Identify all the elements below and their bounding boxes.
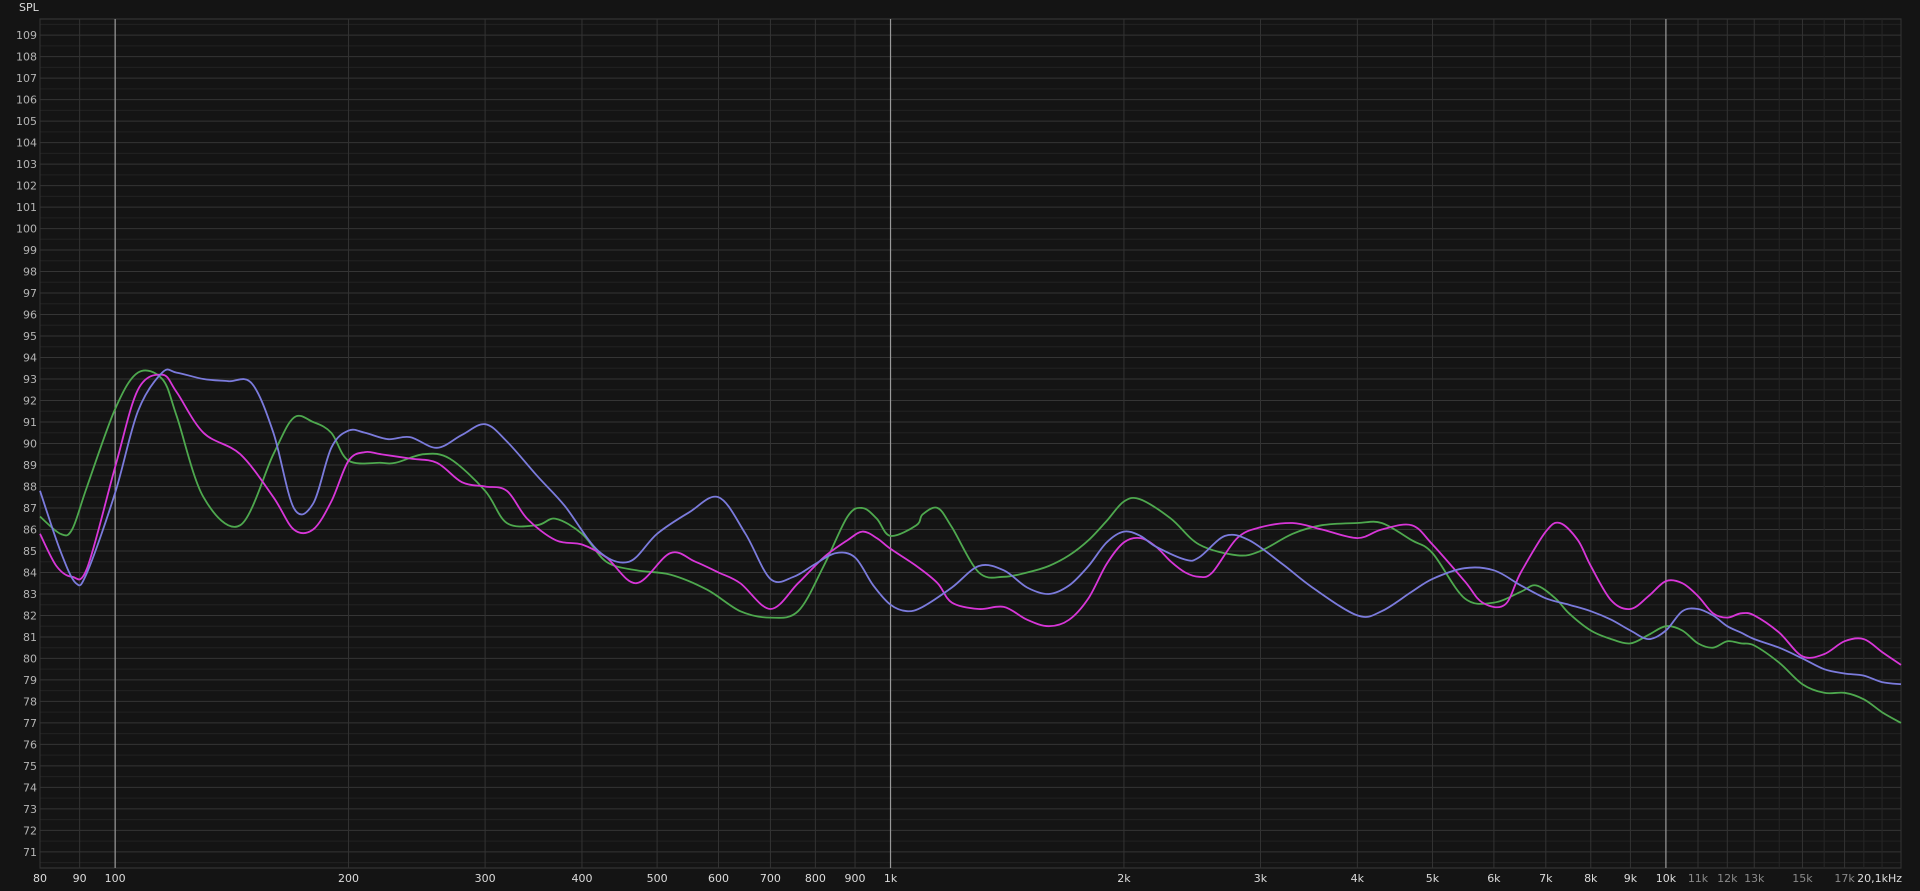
y-tick-label: 91: [23, 416, 37, 429]
x-tick-label: 11k: [1688, 872, 1709, 885]
y-tick-label: 108: [16, 51, 37, 64]
x-tick-label: 4k: [1351, 872, 1365, 885]
x-tick-label: 12k: [1717, 872, 1738, 885]
y-tick-label: 100: [16, 223, 37, 236]
x-tick-label: 1k: [884, 872, 898, 885]
y-tick-label: 89: [23, 459, 37, 472]
x-tick-label: 15k: [1792, 872, 1813, 885]
y-tick-label: 79: [23, 674, 37, 687]
x-tick-label: 17k: [1834, 872, 1855, 885]
x-tick-label: 700: [760, 872, 781, 885]
y-tick-label: 84: [23, 566, 37, 579]
y-tick-label: 85: [23, 545, 37, 558]
y-tick-label: 95: [23, 330, 37, 343]
y-tick-label: 107: [16, 72, 37, 85]
y-tick-label: 102: [16, 180, 37, 193]
x-tick-label: 300: [475, 872, 496, 885]
y-tick-label: 96: [23, 309, 37, 322]
y-tick-label: 94: [23, 352, 37, 365]
x-tick-label: 600: [708, 872, 729, 885]
x-tick-label: 8k: [1584, 872, 1598, 885]
x-tick-label: 20,1kHz: [1857, 872, 1902, 885]
x-tick-label: 80: [33, 872, 47, 885]
y-tick-label: 71: [23, 846, 37, 859]
y-tick-label: 93: [23, 373, 37, 386]
x-tick-label: 6k: [1487, 872, 1501, 885]
y-tick-label: 76: [23, 738, 37, 751]
y-tick-label: 86: [23, 523, 37, 536]
y-tick-label: 87: [23, 502, 37, 515]
x-tick-label: 10k: [1656, 872, 1677, 885]
x-tick-label: 500: [647, 872, 668, 885]
y-tick-label: 101: [16, 201, 37, 214]
y-tick-label: 106: [16, 94, 37, 107]
y-tick-label: 103: [16, 158, 37, 171]
x-tick-label: 3k: [1254, 872, 1268, 885]
x-tick-label: 90: [73, 872, 87, 885]
x-tick-label: 200: [338, 872, 359, 885]
y-tick-label: 73: [23, 803, 37, 816]
y-tick-label: 81: [23, 631, 37, 644]
x-tick-label: 9k: [1624, 872, 1638, 885]
y-tick-label: 99: [23, 244, 37, 257]
x-tick-label: 5k: [1426, 872, 1440, 885]
y-tick-label: 75: [23, 760, 37, 773]
x-tick-label: 100: [105, 872, 126, 885]
x-tick-label: 13k: [1744, 872, 1765, 885]
y-axis-label: SPL: [19, 1, 40, 14]
y-tick-label: 109: [16, 29, 37, 42]
y-tick-label: 82: [23, 609, 37, 622]
y-tick-label: 97: [23, 287, 37, 300]
y-tick-label: 83: [23, 588, 37, 601]
y-tick-label: 98: [23, 266, 37, 279]
plot-background: [0, 0, 1920, 891]
y-tick-label: 104: [16, 137, 37, 150]
y-tick-label: 92: [23, 395, 37, 408]
x-tick-label: 400: [571, 872, 592, 885]
y-tick-label: 105: [16, 115, 37, 128]
frequency-response-chart: 71 72 73 74 75 76 77 78 79 80 81 82 83 84 85 86 87 88 89 90…: [0, 0, 1920, 891]
x-tick-label: 2k: [1117, 872, 1131, 885]
y-tick-label: 74: [23, 781, 37, 794]
x-tick-label: 900: [845, 872, 866, 885]
y-tick-label: 90: [23, 438, 37, 451]
x-tick-label: 800: [805, 872, 826, 885]
y-tick-label: 72: [23, 824, 37, 837]
y-tick-label: 88: [23, 480, 37, 493]
x-tick-label: 7k: [1539, 872, 1553, 885]
y-tick-label: 78: [23, 695, 37, 708]
y-tick-label: 77: [23, 717, 37, 730]
y-tick-label: 80: [23, 652, 37, 665]
